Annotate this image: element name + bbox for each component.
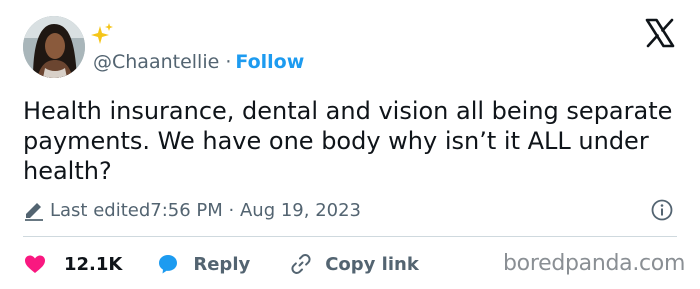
follow-button[interactable]: Follow [235, 51, 304, 73]
avatar[interactable] [23, 16, 85, 78]
action-bar: 12.1K Reply Copy link [23, 250, 419, 278]
heart-icon [25, 255, 45, 273]
divider [23, 236, 677, 237]
info-icon[interactable] [651, 199, 673, 221]
edited-row: Last edited 7:56 PM · Aug 19, 2023 [23, 198, 361, 222]
separator-dot: · [225, 51, 232, 73]
x-logo-icon[interactable] [645, 18, 675, 48]
profile-photo [23, 16, 85, 78]
author-row: @Chaantellie · Follow [93, 50, 304, 74]
reply-button[interactable]: Reply [156, 252, 250, 276]
pencil-icon [25, 203, 43, 221]
copy-link-label: Copy link [325, 253, 419, 275]
reply-bubble-icon [159, 255, 178, 274]
author-handle[interactable]: @Chaantellie [93, 51, 219, 73]
watermark: boredpanda.com [503, 251, 686, 276]
copy-link-button[interactable]: Copy link [289, 252, 419, 276]
reply-label: Reply [193, 253, 251, 275]
tweet-text: Health insurance, dental and vision all … [23, 97, 673, 185]
like-count: 12.1K [64, 253, 123, 275]
like-button[interactable]: 12.1K [23, 252, 122, 276]
edited-label[interactable]: Last edited [50, 200, 150, 221]
link-icon [291, 254, 311, 274]
sparkles-icon [91, 23, 113, 44]
timestamp[interactable]: 7:56 PM · Aug 19, 2023 [150, 200, 361, 221]
